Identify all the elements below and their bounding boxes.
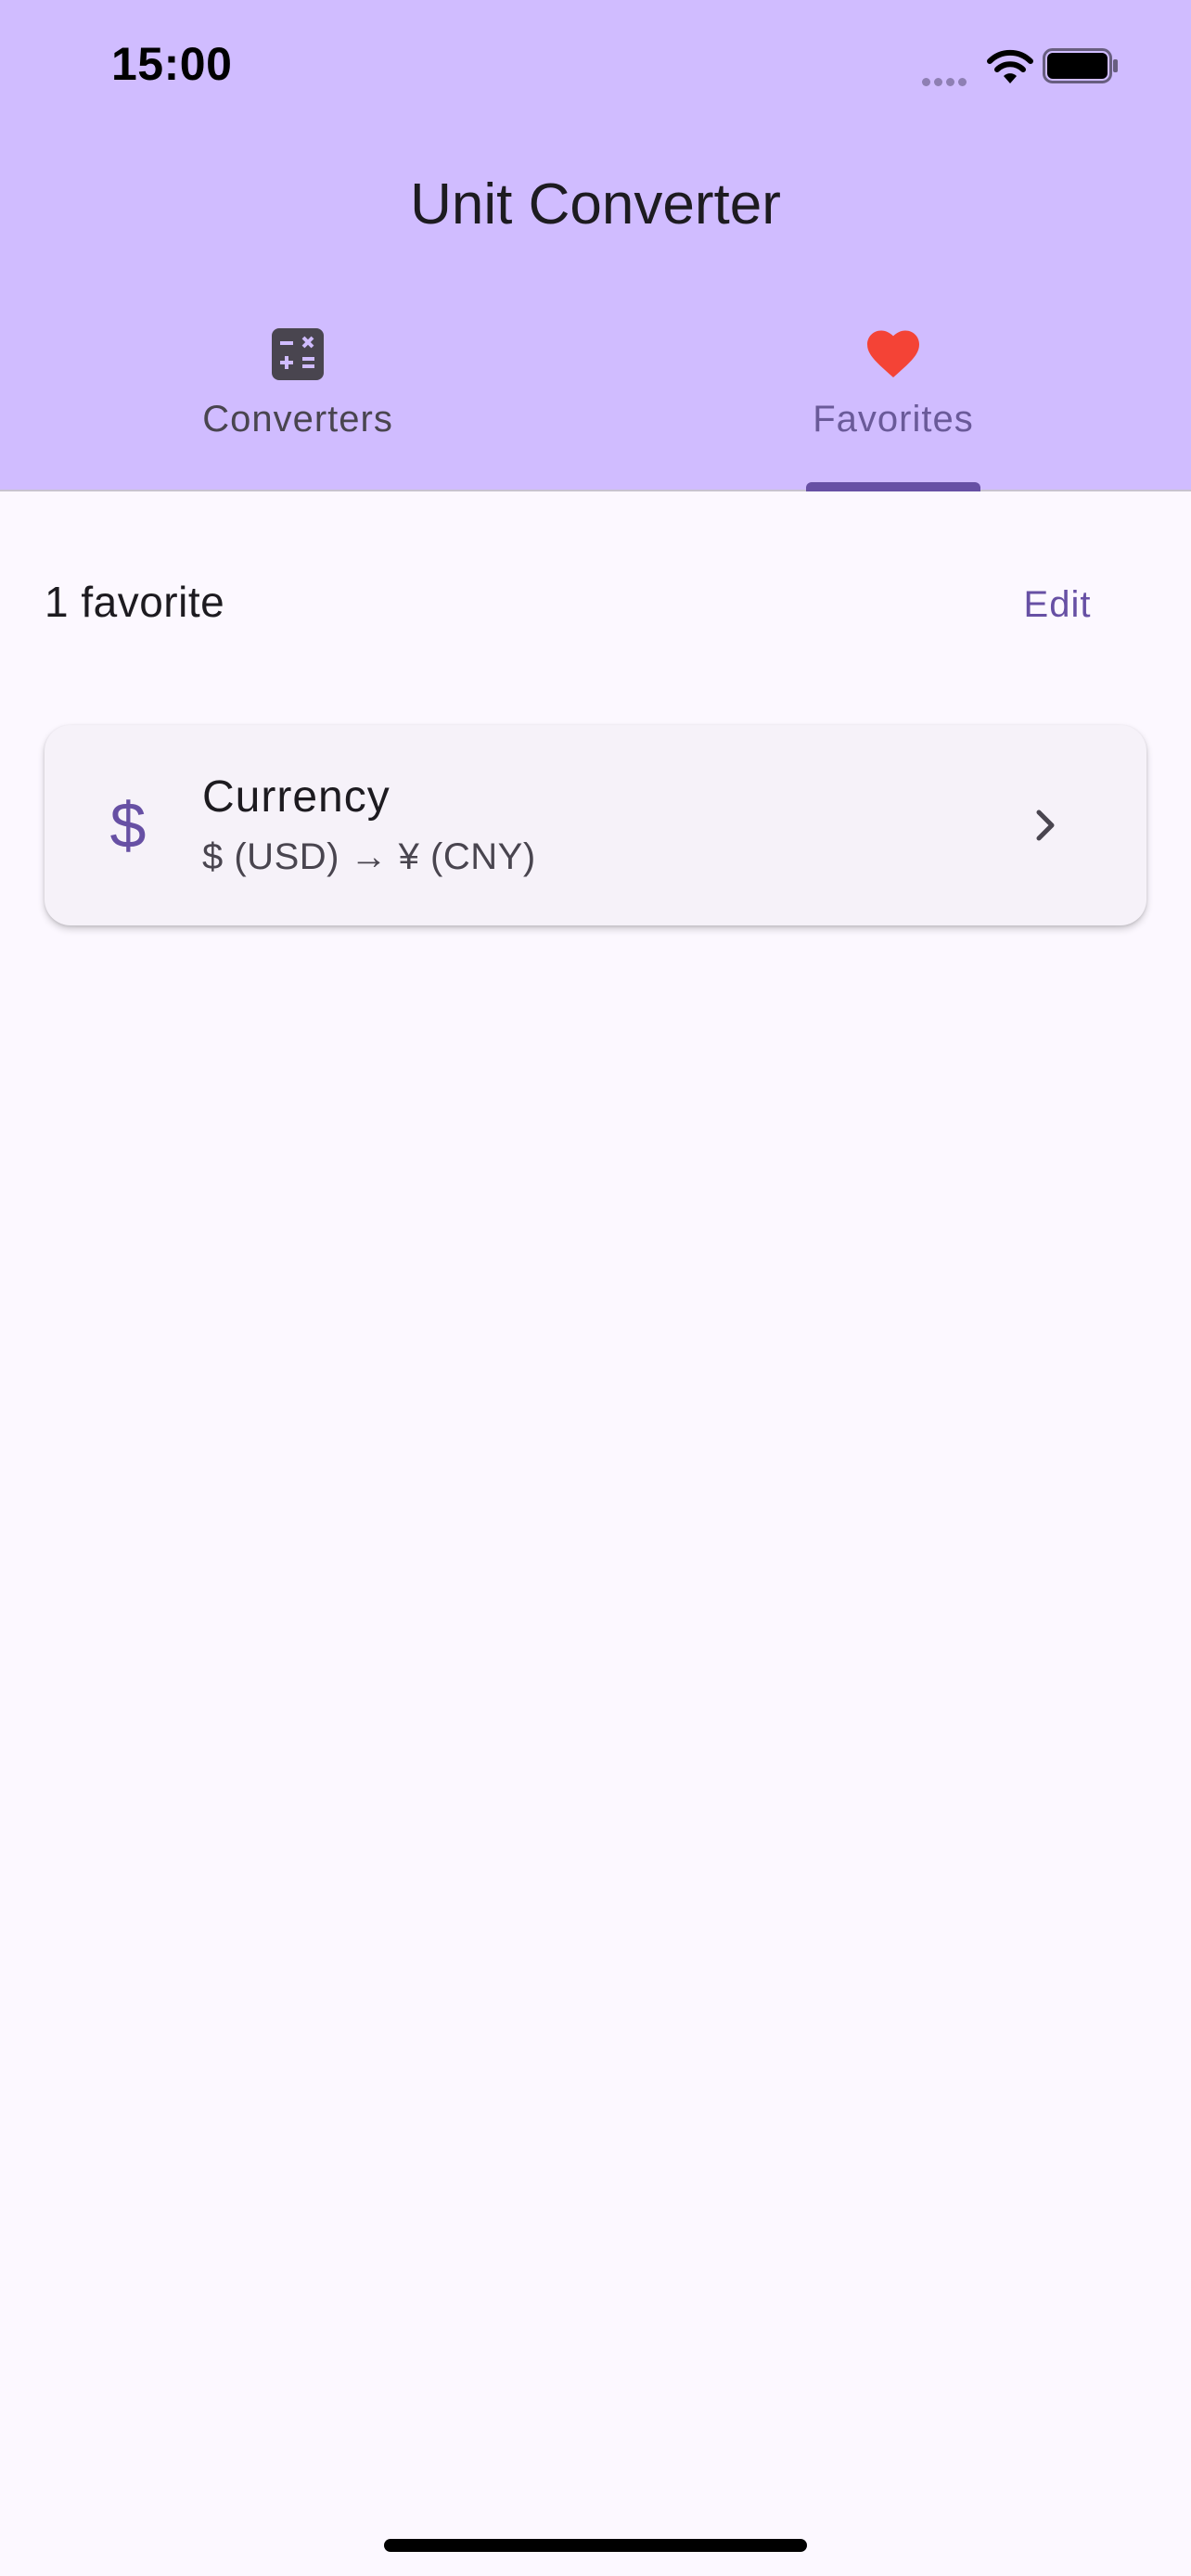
battery-icon bbox=[1043, 48, 1118, 83]
page-title: Unit Converter bbox=[410, 172, 781, 236]
chevron-right-icon bbox=[1036, 810, 1055, 841]
tab-selected-indicator bbox=[806, 482, 980, 491]
signal-dots-icon bbox=[922, 74, 970, 91]
favorite-item-subtitle: $ (USD) → ¥ (CNY) bbox=[202, 836, 536, 877]
heart-icon bbox=[867, 330, 919, 377]
tab-converters-label: Converters bbox=[202, 399, 393, 440]
tab-converters[interactable]: Converters bbox=[0, 326, 596, 490]
tab-favorites[interactable]: Favorites bbox=[596, 326, 1191, 490]
tab-favorites-label: Favorites bbox=[813, 399, 974, 440]
wifi-icon bbox=[987, 49, 1033, 83]
edit-button[interactable]: Edit bbox=[1002, 567, 1113, 642]
favorite-item-currency[interactable]: $ Currency $ (USD) → ¥ (CNY) bbox=[45, 725, 1146, 925]
status-time: 15:00 bbox=[111, 38, 233, 90]
home-indicator[interactable] bbox=[384, 2539, 807, 2552]
favorite-item-title: Currency bbox=[202, 772, 391, 822]
screen: 15:00 Unit Converter Converters Favorite… bbox=[0, 0, 1191, 2576]
dollar-icon: $ bbox=[109, 789, 147, 861]
status-icons bbox=[922, 45, 1118, 91]
app-header: 15:00 Unit Converter Converters Favorite… bbox=[0, 0, 1191, 491]
favorites-count: 1 favorite bbox=[45, 578, 225, 626]
calculator-icon bbox=[272, 328, 324, 380]
